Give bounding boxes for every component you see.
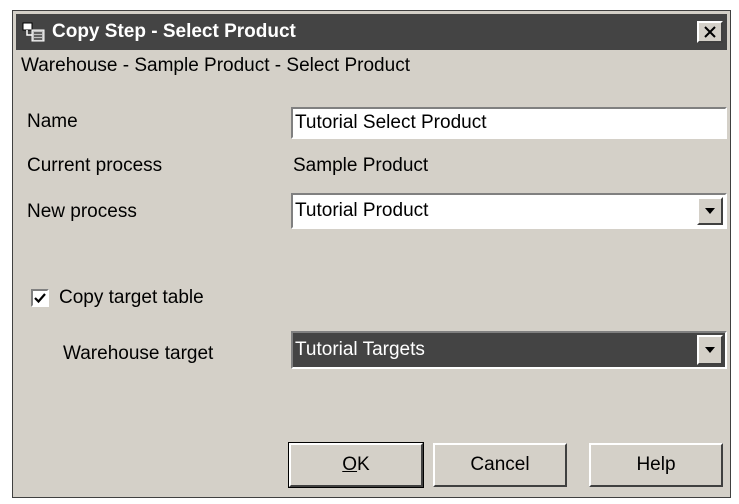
cancel-button[interactable]: Cancel bbox=[433, 443, 567, 487]
copy-step-icon bbox=[22, 22, 45, 42]
copy-target-label[interactable]: Copy target table bbox=[59, 287, 204, 309]
new-process-label: New process bbox=[27, 201, 137, 222]
warehouse-target-value: Tutorial Targets bbox=[295, 339, 425, 360]
close-button[interactable] bbox=[697, 21, 723, 43]
title-bar[interactable]: Copy Step - Select Product bbox=[16, 14, 727, 50]
help-button[interactable]: Help bbox=[589, 443, 723, 487]
chevron-down-icon bbox=[705, 347, 715, 353]
ok-mnemonic: O bbox=[342, 454, 358, 475]
ok-label-rest: K bbox=[357, 454, 370, 475]
checkmark-icon bbox=[34, 293, 46, 304]
warehouse-target-label: Warehouse target bbox=[63, 343, 214, 364]
ok-button[interactable]: OK bbox=[288, 442, 424, 488]
new-process-dropdown-button[interactable] bbox=[697, 197, 723, 225]
current-process-label: Current process bbox=[27, 155, 163, 176]
new-process-value: Tutorial Product bbox=[295, 200, 429, 221]
warehouse-target-dropdown-button[interactable] bbox=[697, 335, 723, 365]
name-label: Name bbox=[27, 111, 78, 132]
close-icon bbox=[704, 26, 716, 38]
breadcrumb: Warehouse - Sample Product - Select Prod… bbox=[21, 55, 410, 76]
current-process-value: Sample Product bbox=[293, 155, 429, 176]
window-title: Copy Step - Select Product bbox=[52, 21, 296, 42]
warehouse-target-select[interactable]: Tutorial Targets bbox=[291, 331, 727, 369]
chevron-down-icon bbox=[705, 208, 715, 214]
name-input[interactable]: Tutorial Select Product bbox=[291, 107, 727, 139]
new-process-select[interactable]: Tutorial Product bbox=[291, 193, 727, 229]
copy-target-checkbox[interactable] bbox=[31, 289, 49, 307]
copy-step-dialog: Copy Step - Select Product Warehouse - S… bbox=[12, 10, 731, 498]
